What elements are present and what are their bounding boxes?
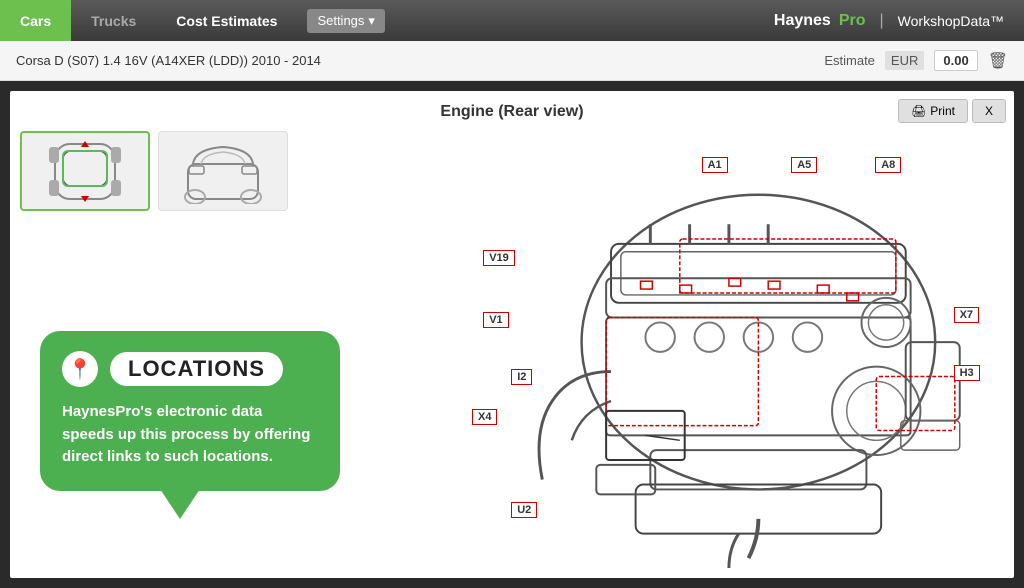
breadcrumb-text: Corsa D (S07) 1.4 16V (A14XER (LDD)) 201… <box>16 53 824 68</box>
settings-button[interactable]: Settings ▾ <box>307 9 385 33</box>
labels-overlay: A1 A5 A8 V19 V1 X7 H3 I2 X4 U2 <box>444 126 1004 568</box>
label-V1[interactable]: V1 <box>483 312 508 328</box>
brand-pro: Pro <box>839 12 866 30</box>
locations-title: LOCATIONS <box>128 356 265 381</box>
brand-divider: | <box>880 12 884 30</box>
locations-tooltip: 📍 LOCATIONS HaynesPro's electronic data … <box>40 331 340 491</box>
label-H3[interactable]: H3 <box>954 365 980 381</box>
car-thumbnails <box>20 131 288 211</box>
chevron-down-icon: ▾ <box>368 13 375 29</box>
tab-cars[interactable]: Cars <box>0 0 71 41</box>
brand-logo: Haynes Pro | WorkshopData™ <box>774 0 1024 41</box>
trash-icon[interactable]: 🗑 <box>988 51 1008 71</box>
estimate-label: Estimate <box>824 53 875 68</box>
close-button[interactable]: X <box>972 99 1006 123</box>
locations-header: 📍 LOCATIONS <box>62 351 318 387</box>
label-X4[interactable]: X4 <box>472 409 497 425</box>
breadcrumb-bar: Corsa D (S07) 1.4 16V (A14XER (LDD)) 201… <box>0 41 1024 81</box>
locations-body: HaynesPro's electronic data speeds up th… <box>62 401 318 469</box>
navbar: Cars Trucks Cost Estimates Settings ▾ Ha… <box>0 0 1024 41</box>
estimate-section: Estimate EUR 0.00 🗑 <box>824 50 1008 71</box>
settings-label: Settings <box>317 13 364 28</box>
label-A8[interactable]: A8 <box>875 157 901 173</box>
label-A1[interactable]: A1 <box>702 157 728 173</box>
engine-diagram: A1 A5 A8 V19 V1 X7 H3 I2 X4 U2 <box>444 126 1004 568</box>
pin-icon: 📍 <box>62 351 98 387</box>
estimate-value: 0.00 <box>934 50 977 71</box>
diagram-title: Engine (Rear view) <box>10 91 1014 121</box>
panel-buttons: 🖨 Print X <box>898 99 1006 123</box>
brand-haynes: Haynes <box>774 12 831 30</box>
car-front-view-svg <box>173 139 273 204</box>
car-top-view-svg <box>35 139 135 204</box>
label-V19[interactable]: V19 <box>483 250 515 266</box>
label-X7[interactable]: X7 <box>954 307 979 323</box>
locations-title-bg: LOCATIONS <box>110 352 283 386</box>
label-U2[interactable]: U2 <box>511 502 537 518</box>
main-area: 🖨 Print X Engine (Rear view) <box>0 81 1024 588</box>
brand-workshop: WorkshopData™ <box>898 13 1004 29</box>
diagram-panel: 🖨 Print X Engine (Rear view) <box>10 91 1014 578</box>
tab-trucks[interactable]: Trucks <box>71 0 156 41</box>
print-label: Print <box>930 104 955 118</box>
car-thumb-top[interactable] <box>20 131 150 211</box>
tab-cost-estimates[interactable]: Cost Estimates <box>156 0 297 41</box>
print-icon: 🖨 <box>911 104 926 118</box>
print-button[interactable]: 🖨 Print <box>898 99 968 123</box>
label-A5[interactable]: A5 <box>791 157 817 173</box>
label-I2[interactable]: I2 <box>511 369 532 385</box>
car-thumb-front[interactable] <box>158 131 288 211</box>
estimate-currency: EUR <box>885 51 924 70</box>
